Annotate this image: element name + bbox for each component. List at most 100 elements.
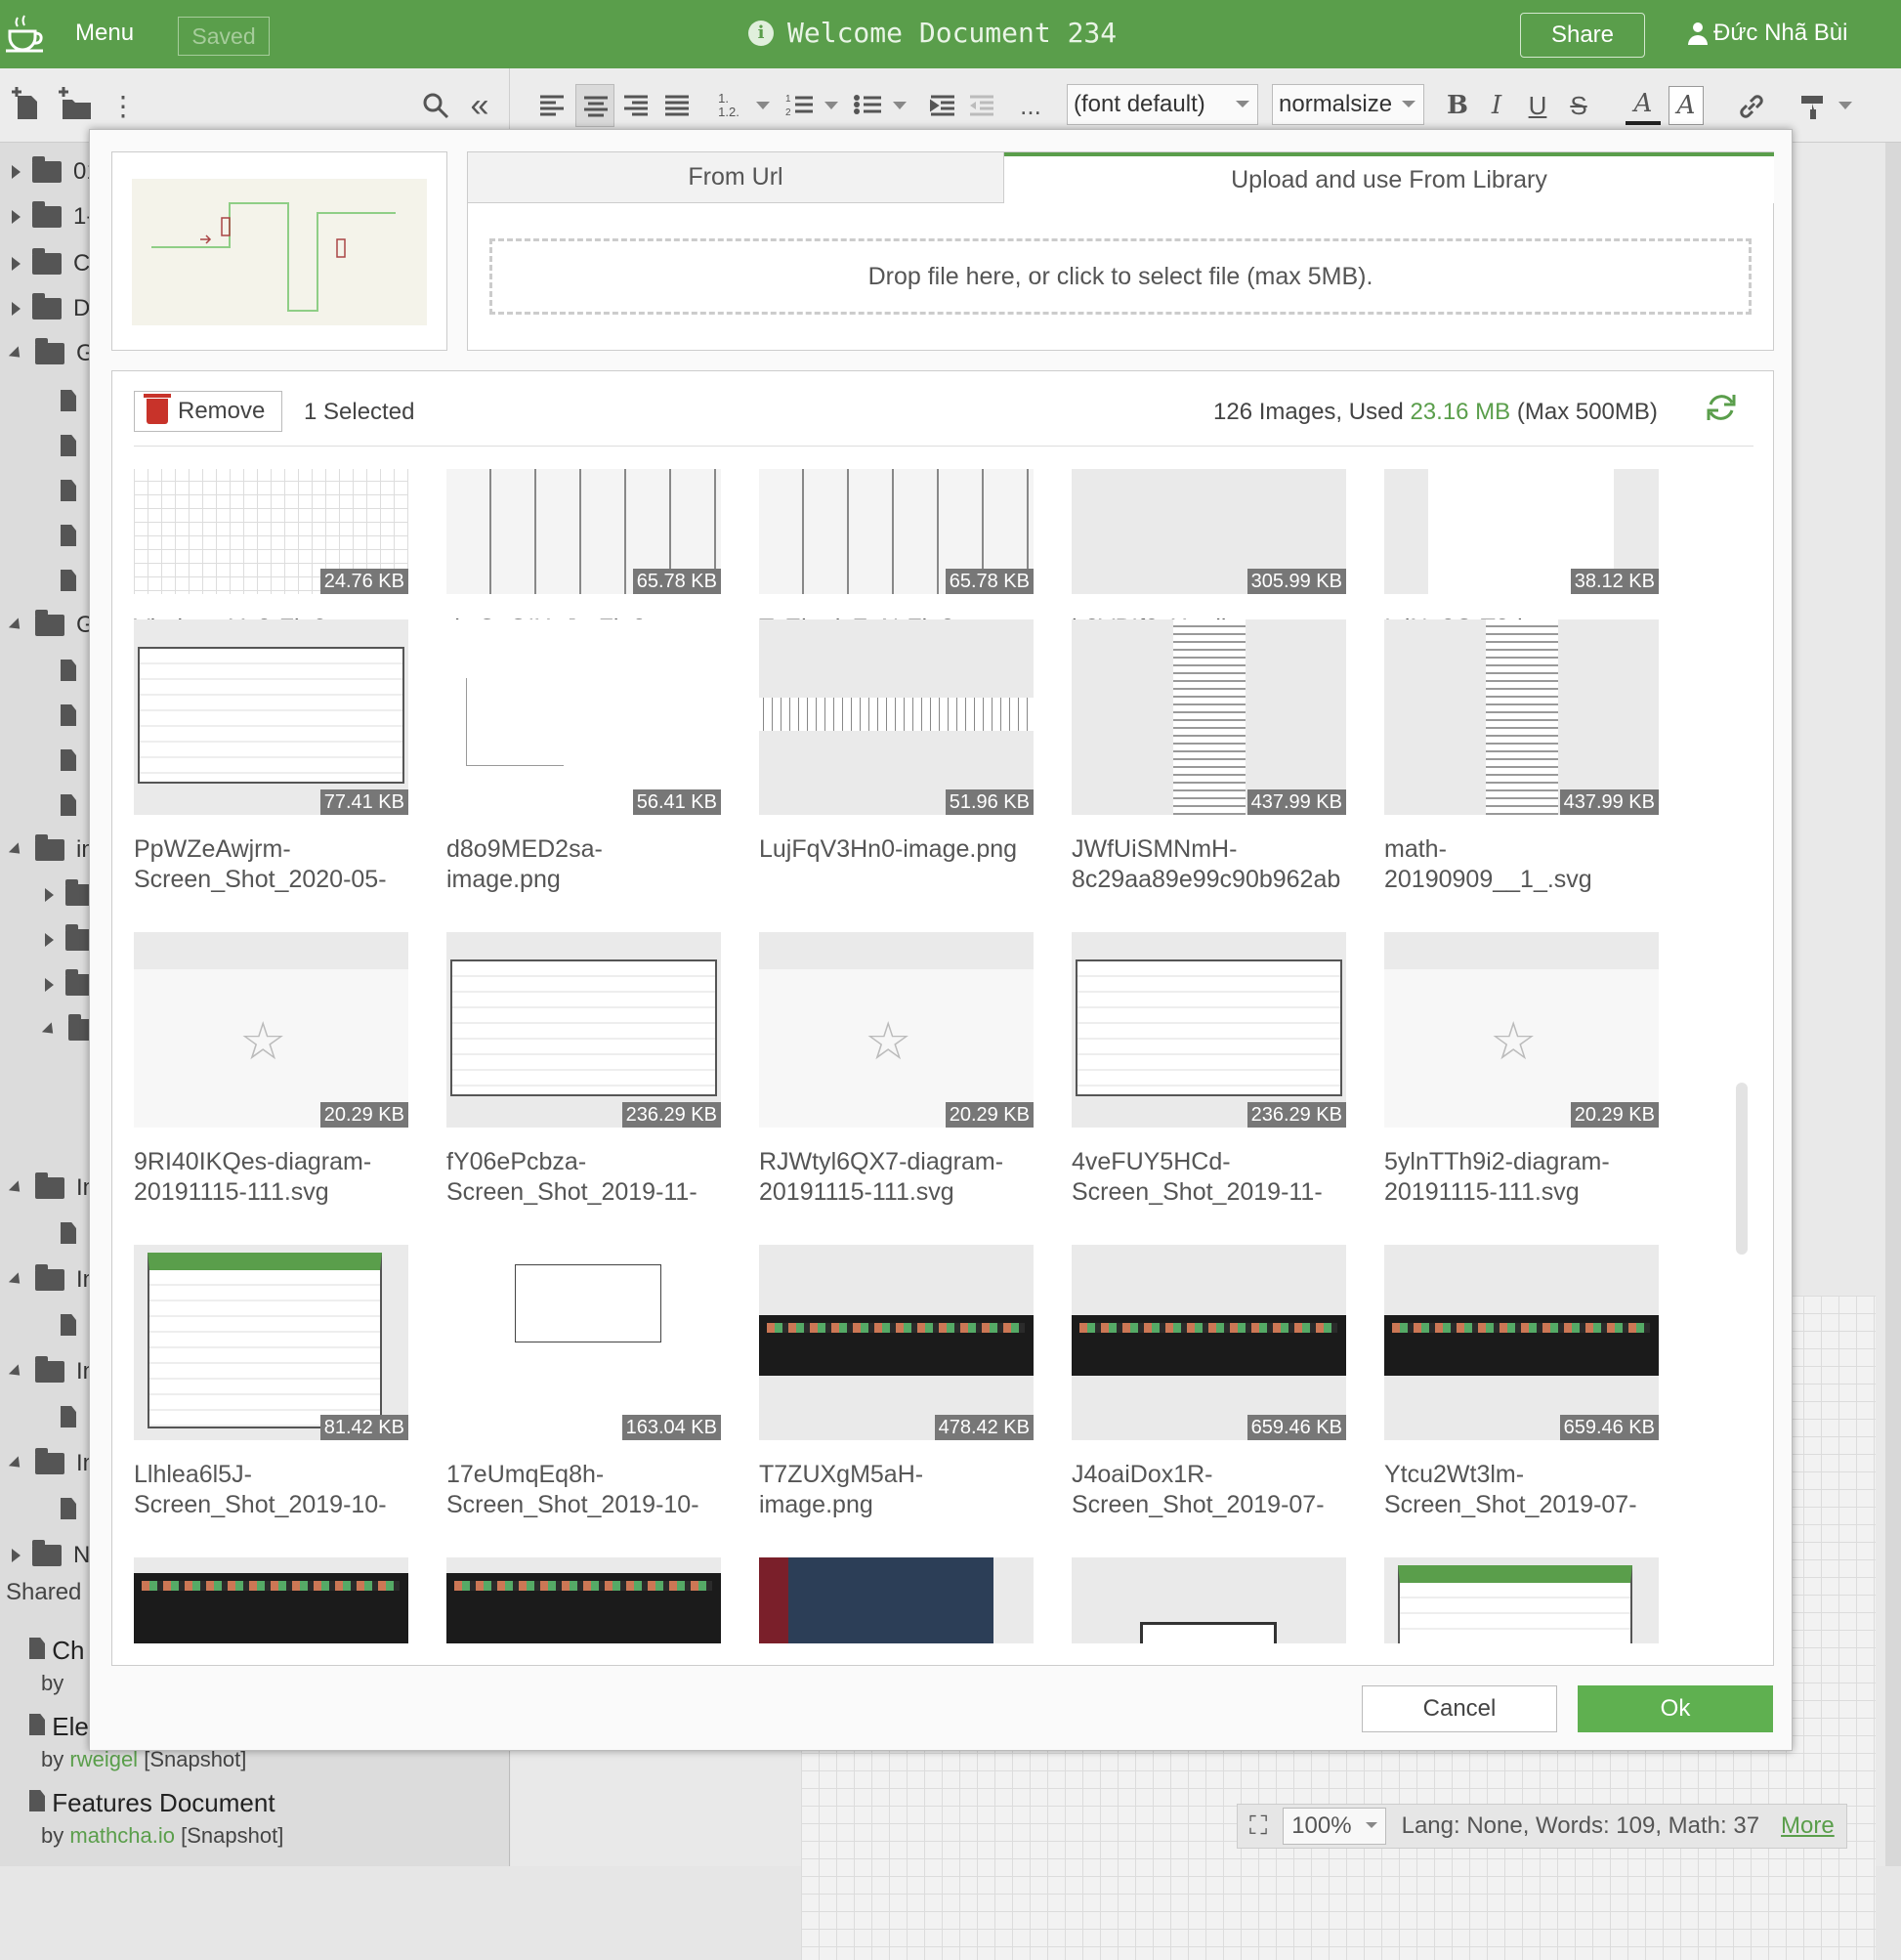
image-thumbnail[interactable]: 81.42 KB bbox=[134, 1245, 408, 1440]
tree-folder[interactable]: C bbox=[12, 244, 90, 283]
image-thumbnail[interactable] bbox=[134, 1557, 408, 1643]
image-thumbnail[interactable]: 56.41 KB bbox=[446, 619, 721, 815]
image-thumbnail[interactable]: 659.46 KB bbox=[1072, 1245, 1346, 1440]
shared-document-item[interactable]: Ch bbox=[29, 1636, 84, 1666]
image-card[interactable] bbox=[1072, 1557, 1365, 1643]
author-link[interactable]: mathcha.io bbox=[69, 1823, 175, 1848]
tree-file[interactable] bbox=[61, 1489, 76, 1528]
chevron-down-icon[interactable] bbox=[824, 102, 838, 109]
expand-icon[interactable] bbox=[45, 978, 54, 992]
image-card[interactable]: ☆ 20.29 KB 5ylnTTh9i2-diagram- 20191115-11… bbox=[1384, 932, 1677, 1235]
image-thumbnail[interactable]: 65.78 KB bbox=[446, 469, 721, 594]
image-grid[interactable]: 24.76 KBVhnbzeyYu3-Fig2.svg65.78 KBdwCuQ… bbox=[134, 469, 1746, 1643]
collapse-icon[interactable] bbox=[8, 345, 25, 362]
more-format-button[interactable]: ... bbox=[1016, 86, 1045, 125]
new-folder-icon[interactable] bbox=[57, 86, 94, 121]
zoom-select[interactable]: 100% bbox=[1283, 1808, 1386, 1845]
font-size-select[interactable]: normalsize bbox=[1272, 84, 1424, 125]
cancel-button[interactable]: Cancel bbox=[1362, 1685, 1557, 1732]
image-card[interactable] bbox=[759, 1557, 1052, 1643]
refresh-icon[interactable] bbox=[1705, 391, 1738, 424]
expand-icon[interactable] bbox=[12, 302, 21, 316]
tree-file[interactable] bbox=[61, 1305, 76, 1344]
tree-folder[interactable]: 01 bbox=[12, 152, 100, 192]
bold-button[interactable]: B bbox=[1444, 86, 1471, 125]
align-left-icon[interactable] bbox=[539, 94, 565, 117]
align-right-icon[interactable] bbox=[623, 94, 649, 117]
image-thumbnail[interactable] bbox=[759, 1557, 1034, 1643]
text-color-button[interactable]: A bbox=[1626, 86, 1661, 125]
image-thumbnail[interactable]: ☆ 20.29 KB bbox=[759, 932, 1034, 1128]
underline-button[interactable]: U bbox=[1524, 86, 1551, 125]
image-card[interactable]: ☆ 20.29 KB 9RI40IKQes-diagram- 20191115-11… bbox=[134, 932, 427, 1235]
more-options-icon[interactable]: ⋮ bbox=[109, 86, 137, 125]
expand-icon[interactable] bbox=[45, 933, 54, 947]
fullscreen-icon[interactable]: ⛶ bbox=[1249, 1811, 1267, 1842]
collapse-icon[interactable] bbox=[41, 1021, 59, 1039]
tree-folder[interactable]: N bbox=[12, 1536, 90, 1575]
image-thumbnail[interactable]: 305.99 KB bbox=[1072, 469, 1346, 594]
tab-upload-library[interactable]: Upload and use From Library bbox=[1004, 152, 1774, 203]
image-thumbnail[interactable] bbox=[1384, 1557, 1659, 1643]
image-card[interactable] bbox=[446, 1557, 739, 1643]
image-card[interactable]: 77.41 KB PpWZeAwjrm- Screen_Shot_2020-05- bbox=[134, 619, 427, 922]
image-thumbnail[interactable] bbox=[1072, 1557, 1346, 1643]
tree-file[interactable] bbox=[61, 651, 76, 690]
menu-button[interactable]: Menu bbox=[75, 20, 134, 47]
image-thumbnail[interactable]: 478.42 KB bbox=[759, 1245, 1034, 1440]
image-thumbnail[interactable]: 77.41 KB bbox=[134, 619, 408, 815]
tree-file[interactable] bbox=[61, 561, 76, 600]
tree-folder[interactable]: 1- bbox=[12, 197, 94, 236]
image-thumbnail[interactable]: 437.99 KB bbox=[1072, 619, 1346, 815]
align-justify-icon[interactable] bbox=[664, 94, 690, 117]
format-painter-icon[interactable] bbox=[1799, 92, 1829, 121]
collapse-icon[interactable] bbox=[8, 1179, 25, 1197]
tree-file[interactable] bbox=[61, 426, 76, 465]
tree-folder[interactable]: G bbox=[8, 606, 95, 645]
image-card[interactable]: 51.96 KB LujFqV3Hn0-image.png bbox=[759, 619, 1052, 922]
image-card[interactable]: 437.99 KB math- 20190909__1_.svg bbox=[1384, 619, 1677, 922]
image-card[interactable]: 236.29 KB fY06ePcbza- Screen_Shot_2019-11… bbox=[446, 932, 739, 1235]
image-grid-scrollbar[interactable] bbox=[1736, 1083, 1748, 1255]
tree-file[interactable] bbox=[61, 1214, 76, 1253]
tree-file[interactable] bbox=[61, 696, 76, 735]
image-card[interactable] bbox=[1384, 1557, 1677, 1643]
image-card[interactable]: 56.41 KB d8o9MED2sa- image.png bbox=[446, 619, 739, 922]
tree-folder[interactable] bbox=[45, 965, 95, 1004]
image-card[interactable]: 659.46 KB J4oaiDox1R- Screen_Shot_2019-07… bbox=[1072, 1245, 1365, 1548]
indent-icon[interactable] bbox=[930, 94, 955, 117]
tree-file[interactable] bbox=[61, 786, 76, 825]
image-thumbnail[interactable]: 65.78 KB bbox=[759, 469, 1034, 594]
collapse-icon[interactable] bbox=[8, 617, 25, 634]
tree-folder[interactable]: D bbox=[12, 289, 90, 328]
highlight-button[interactable]: A bbox=[1669, 86, 1704, 125]
collapse-icon[interactable] bbox=[8, 841, 25, 859]
expand-icon[interactable] bbox=[12, 165, 21, 179]
expand-icon[interactable] bbox=[45, 888, 54, 902]
bullet-list-icon[interactable] bbox=[854, 92, 881, 117]
tree-file[interactable] bbox=[61, 741, 76, 780]
image-card[interactable]: 437.99 KB JWfUiSMNmH- 8c29aa89e99c90b962a… bbox=[1072, 619, 1365, 922]
tab-from-url[interactable]: From Url bbox=[468, 152, 1004, 203]
image-thumbnail[interactable] bbox=[446, 1557, 721, 1643]
image-thumbnail[interactable]: 51.96 KB bbox=[759, 619, 1034, 815]
image-thumbnail[interactable]: ☆ 20.29 KB bbox=[134, 932, 408, 1128]
image-thumbnail[interactable]: 236.29 KB bbox=[1072, 932, 1346, 1128]
chevron-down-icon[interactable] bbox=[893, 102, 907, 109]
remove-button[interactable]: Remove bbox=[134, 391, 282, 432]
tree-folder[interactable]: im bbox=[8, 831, 101, 870]
collapse-icon[interactable] bbox=[8, 1271, 25, 1289]
image-card[interactable]: 236.29 KB 4veFUY5HCd- Screen_Shot_2019-11… bbox=[1072, 932, 1365, 1235]
image-thumbnail[interactable]: ☆ 20.29 KB bbox=[1384, 932, 1659, 1128]
align-center-button[interactable] bbox=[575, 84, 614, 127]
font-family-select[interactable]: (font default) bbox=[1067, 84, 1258, 125]
teacup-logo-icon[interactable] bbox=[4, 14, 45, 55]
image-thumbnail[interactable]: 163.04 KB bbox=[446, 1245, 721, 1440]
image-thumbnail[interactable]: 437.99 KB bbox=[1384, 619, 1659, 815]
shared-document-item[interactable]: Ele bbox=[29, 1712, 89, 1742]
info-icon[interactable]: i bbox=[748, 20, 774, 46]
user-menu[interactable]: Đức Nhã Bùi bbox=[1688, 20, 1847, 47]
chevron-down-icon[interactable] bbox=[756, 102, 770, 109]
tree-folder[interactable] bbox=[45, 920, 95, 959]
image-card[interactable]: 659.46 KB Ytcu2Wt3lm- Screen_Shot_2019-07… bbox=[1384, 1245, 1677, 1548]
